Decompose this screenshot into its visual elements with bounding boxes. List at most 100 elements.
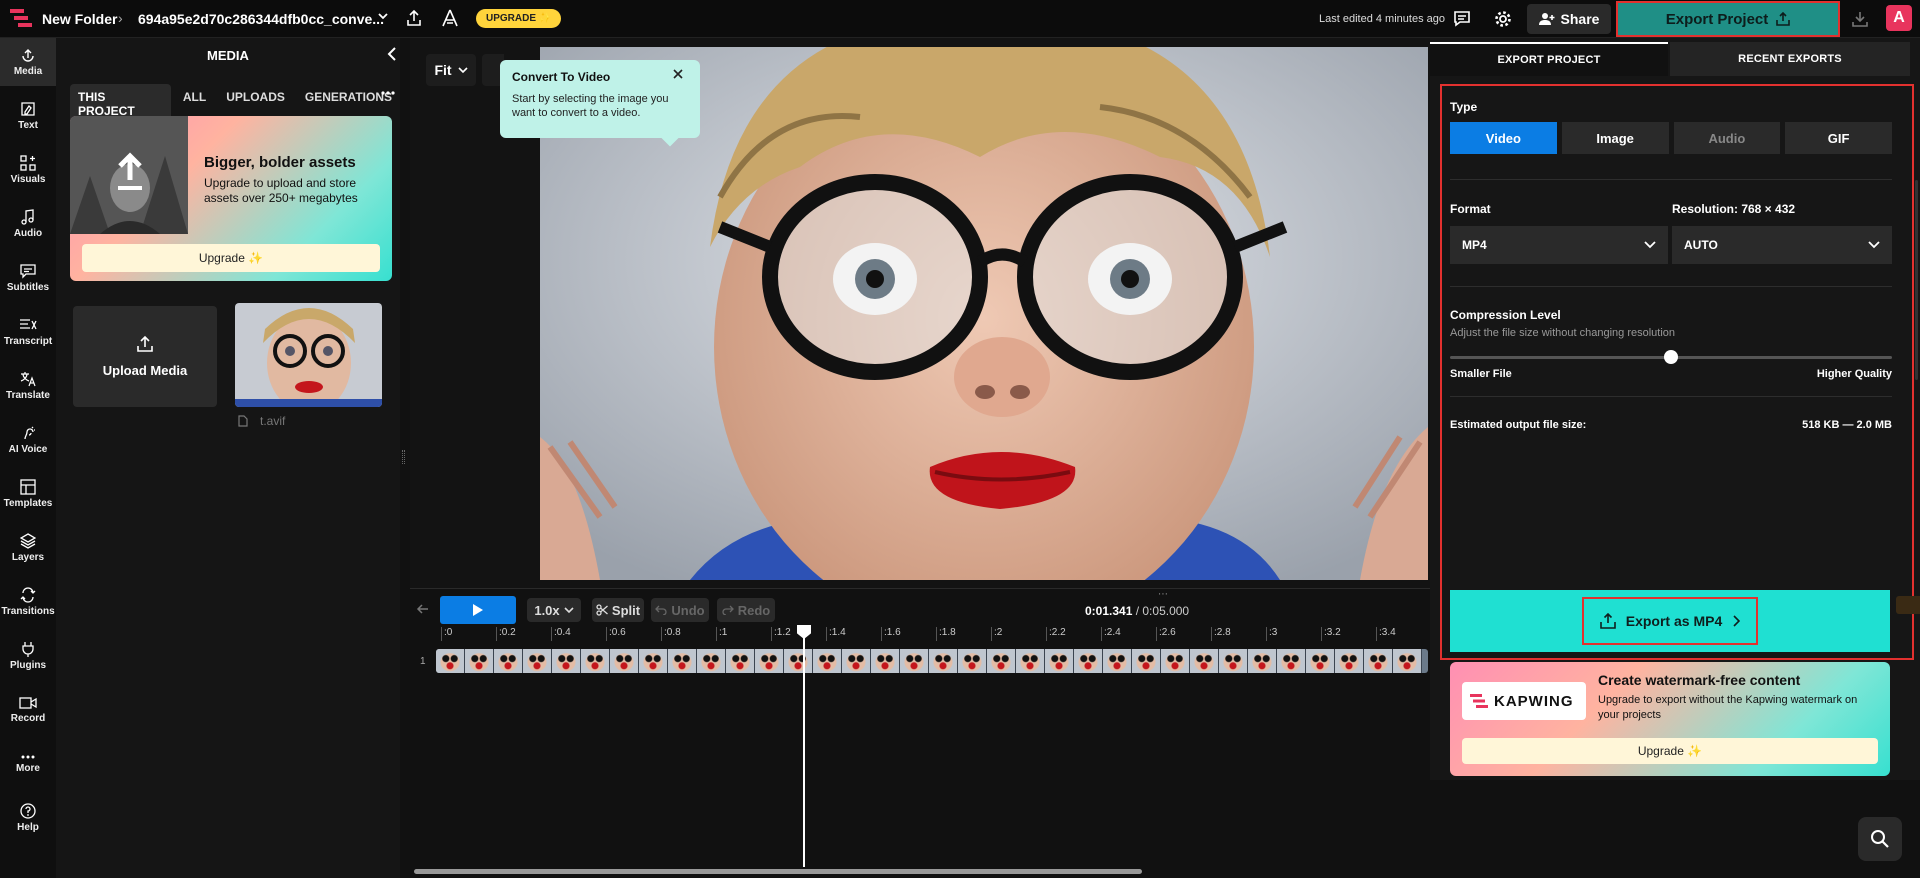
filmstrip-frame	[1045, 649, 1074, 673]
project-name[interactable]: 694a95e2d70c286344dfb0cc_conve...	[138, 11, 384, 27]
filmstrip-frame	[1248, 649, 1277, 673]
record-icon	[19, 697, 37, 709]
upload-share-icon[interactable]	[405, 9, 423, 27]
folder-breadcrumb[interactable]: New Folder	[42, 11, 117, 27]
upgrade-pill-button[interactable]: UPGRADE ✨	[476, 9, 562, 28]
share-button[interactable]: Share	[1527, 4, 1611, 34]
ruler-tick: :0.2	[496, 627, 516, 641]
rail-item-subtitles[interactable]: Subtitles	[0, 254, 56, 302]
divider	[1450, 179, 1892, 180]
rail-item-more[interactable]: More	[0, 740, 56, 788]
chevron-down-icon[interactable]	[376, 9, 390, 23]
rail-item-visuals[interactable]: Visuals	[0, 146, 56, 194]
resolution-dropdown[interactable]: AUTO	[1672, 226, 1892, 264]
search-button[interactable]	[1858, 817, 1902, 861]
share-label: Share	[1560, 11, 1600, 27]
type-image-button[interactable]: Image	[1561, 122, 1669, 154]
rail-label: Audio	[13, 228, 43, 239]
redo-label: Redo	[737, 602, 771, 618]
rail-item-media[interactable]: Media	[0, 38, 56, 86]
transitions-icon	[20, 587, 36, 603]
collapse-panel-icon[interactable]	[386, 46, 398, 62]
rail-item-translate[interactable]: Translate	[0, 362, 56, 410]
kapwing-wordmark: KAPWING	[1494, 692, 1574, 710]
close-icon[interactable]	[672, 68, 684, 80]
watermark-upgrade-button[interactable]: Upgrade ✨	[1462, 738, 1878, 764]
format-dropdown[interactable]: MP4	[1450, 226, 1668, 264]
download-icon[interactable]	[1851, 10, 1869, 28]
rail-item-record[interactable]: Record	[0, 686, 56, 734]
export-panel-scrollbar[interactable]	[1915, 180, 1918, 380]
fit-zoom-dropdown[interactable]: Fit	[426, 54, 476, 86]
rail-item-templates[interactable]: Templates	[0, 470, 56, 518]
gear-icon[interactable]	[1494, 10, 1512, 28]
ruler-tick: :3.4	[1376, 627, 1396, 641]
filmstrip-frame	[871, 649, 900, 673]
filmstrip-frame	[1103, 649, 1132, 673]
rail-item-transitions[interactable]: Transitions	[0, 578, 56, 626]
filmstrip-frame	[610, 649, 639, 673]
kapwing-logo-icon[interactable]	[10, 9, 32, 27]
ruler-tick: :1.4	[826, 627, 846, 641]
panel-resize-handle[interactable]	[402, 450, 405, 464]
video-track-clip[interactable]	[436, 649, 1428, 673]
scissors-icon	[596, 604, 608, 616]
ai-assistant-icon[interactable]	[441, 9, 459, 27]
timeline-resize-handle[interactable]: ⋯	[1158, 589, 1168, 600]
upload-media-button[interactable]: Upload Media	[73, 306, 217, 407]
undo-label: Undo	[671, 602, 705, 618]
rail-item-layers[interactable]: Layers	[0, 524, 56, 572]
help-icon	[20, 803, 36, 819]
format-value: MP4	[1462, 238, 1487, 252]
playhead[interactable]	[803, 627, 805, 867]
rail-item-ai-voice[interactable]: AI Voice	[0, 416, 56, 464]
watermark-promo-card: KAPWING Create watermark-free content Up…	[1450, 662, 1890, 776]
rail-item-text[interactable]: Text	[0, 92, 56, 140]
comment-icon[interactable]	[1453, 10, 1471, 28]
subtitles-icon	[20, 264, 36, 279]
asset-thumbnail[interactable]	[235, 303, 382, 407]
timeline-scrollbar[interactable]	[414, 869, 1142, 874]
rail-label: Plugins	[9, 660, 47, 671]
rail-item-help[interactable]: Help	[0, 794, 56, 842]
redo-button[interactable]: Redo	[717, 598, 775, 622]
more-options-icon[interactable]	[380, 90, 396, 96]
filmstrip-frame	[842, 649, 871, 673]
rail-item-plugins[interactable]: Plugins	[0, 632, 56, 680]
type-selector: Video Image Audio GIF	[1450, 122, 1892, 154]
type-video-button[interactable]: Video	[1450, 122, 1557, 154]
add-user-icon	[1538, 13, 1555, 25]
current-time: 0:01.341	[1085, 604, 1133, 618]
collapse-timeline-icon[interactable]	[416, 603, 430, 615]
type-gif-button[interactable]: GIF	[1785, 122, 1892, 154]
compression-slider-track[interactable]	[1450, 350, 1892, 364]
split-button[interactable]: Split	[592, 598, 644, 622]
compression-sublabel: Adjust the file size without changing re…	[1450, 327, 1676, 339]
estimate-value: 518 KB — 2.0 MB	[1802, 419, 1892, 431]
play-button[interactable]	[440, 596, 516, 624]
promo-image	[70, 116, 188, 234]
export-project-label: Export Project	[1665, 10, 1769, 28]
tab-recent-exports[interactable]: RECENT EXPORTS	[1670, 42, 1910, 76]
export-as-mp4-button[interactable]: Export as MP4	[1450, 590, 1890, 652]
last-edited-status: Last edited 4 minutes ago	[1319, 13, 1445, 25]
upgrade-promo-card: Bigger, bolder assets Upgrade to upload …	[70, 116, 392, 281]
tab-export-project[interactable]: EXPORT PROJECT	[1430, 42, 1668, 76]
avatar[interactable]: A	[1886, 5, 1912, 31]
filmstrip-frame	[1016, 649, 1045, 673]
rail-item-transcript[interactable]: Transcript	[0, 308, 56, 356]
speed-dropdown[interactable]: 1.0x	[527, 598, 581, 622]
rail-label: Media	[13, 66, 43, 77]
redo-icon	[722, 605, 734, 615]
type-audio-button[interactable]: Audio	[1673, 122, 1781, 154]
rail-label: Transitions	[1, 606, 55, 617]
export-project-button[interactable]: Export Project	[1616, 1, 1840, 37]
timeline-ruler[interactable]: :0:0.2:0.4:0.6:0.8:1:1.2:1.4:1.6:1.8:2:2…	[436, 627, 1430, 643]
layers-icon	[20, 533, 36, 549]
undo-button[interactable]: Undo	[651, 598, 709, 622]
side-tab[interactable]	[1896, 596, 1920, 614]
promo-upgrade-button[interactable]: Upgrade ✨	[82, 244, 380, 272]
rail-item-audio[interactable]: Audio	[0, 200, 56, 248]
search-icon	[1871, 830, 1889, 848]
compression-slider-thumb[interactable]	[1664, 350, 1678, 364]
